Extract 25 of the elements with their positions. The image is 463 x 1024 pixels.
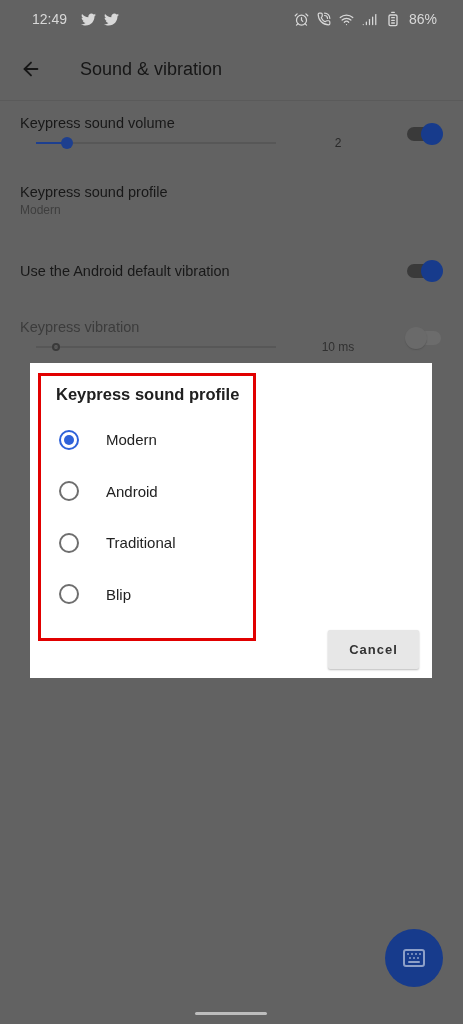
phone-icon	[316, 12, 331, 26]
slider-value: 2	[333, 136, 343, 150]
radio-button[interactable]	[59, 481, 79, 502]
keyboard-icon	[402, 946, 426, 970]
cancel-button[interactable]: Cancel	[328, 630, 419, 669]
keyboard-fab[interactable]	[385, 929, 443, 987]
signal-icon	[361, 11, 377, 27]
status-time: 12:49	[32, 11, 68, 27]
option-label[interactable]: Android	[106, 482, 158, 500]
setting-title: Keypress sound volume	[20, 115, 176, 131]
option-label[interactable]: Traditional	[106, 534, 176, 552]
radio-button[interactable]	[59, 584, 79, 605]
bird-icon	[104, 11, 120, 27]
screen-title: Sound & vibration	[80, 58, 223, 80]
radio-button[interactable]	[59, 429, 79, 450]
battery-level: 86%	[408, 11, 437, 27]
radio-button[interactable]	[59, 532, 79, 553]
wifi-icon	[338, 11, 354, 27]
dialog-title: Keypress sound profile	[56, 385, 241, 404]
alarm-icon	[293, 11, 309, 27]
option-label[interactable]: Modern	[106, 431, 157, 449]
option-label[interactable]: Blip	[106, 585, 131, 603]
setting-title: Use the Android default vibration	[20, 263, 231, 279]
bird-icon	[81, 11, 97, 27]
slider-thumb[interactable]	[61, 137, 74, 149]
